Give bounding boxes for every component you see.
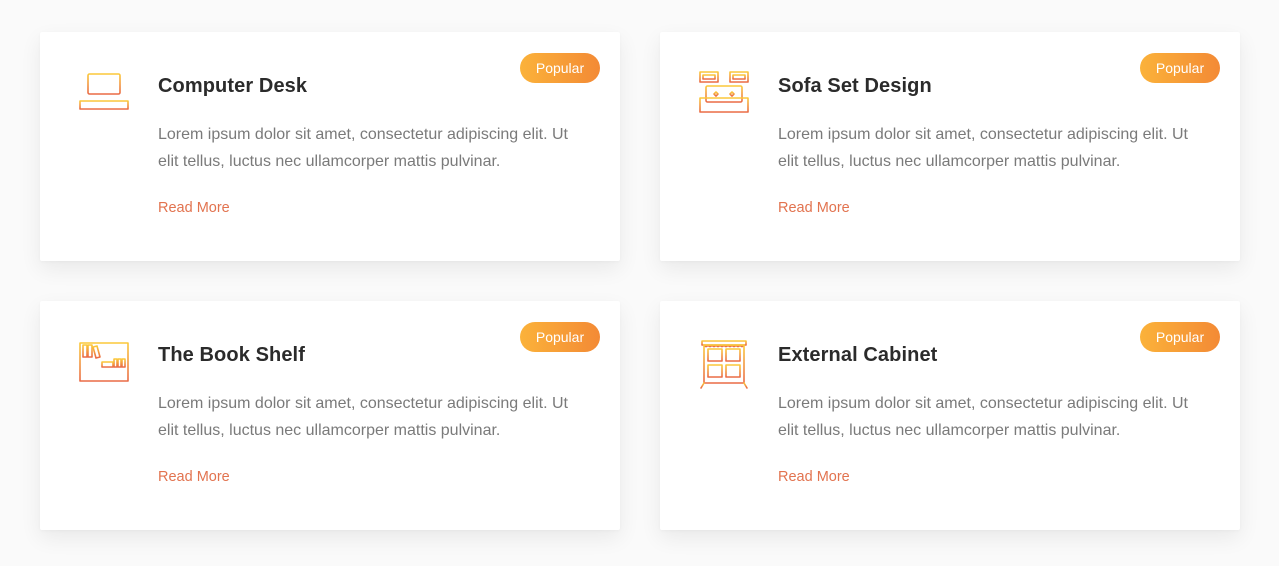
card-title: Sofa Set Design: [778, 75, 932, 97]
popular-badge: Popular: [1140, 322, 1220, 352]
card-computer-desk: Computer Desk Lorem ipsum dolor sit amet…: [40, 32, 620, 261]
service-cards-grid: Computer Desk Lorem ipsum dolor sit amet…: [40, 32, 1240, 530]
sofa-icon: [698, 70, 750, 122]
cabinet-icon: [698, 339, 750, 391]
read-more-link[interactable]: Read More: [158, 469, 230, 485]
card-title: Computer Desk: [158, 75, 308, 97]
read-more-link[interactable]: Read More: [778, 469, 850, 485]
card-description: Lorem ipsum dolor sit amet, consectetur …: [158, 395, 568, 439]
popular-badge: Popular: [1140, 53, 1220, 83]
card-description: Lorem ipsum dolor sit amet, consectetur …: [778, 395, 1188, 439]
popular-badge: Popular: [520, 53, 600, 83]
popular-badge: Popular: [520, 322, 600, 352]
read-more-link[interactable]: Read More: [778, 200, 850, 216]
read-more-link[interactable]: Read More: [158, 200, 230, 216]
card-external-cabinet: External Cabinet Lorem ipsum dolor sit a…: [660, 301, 1240, 530]
card-description: Lorem ipsum dolor sit amet, consectetur …: [778, 126, 1188, 170]
card-title: The Book Shelf: [158, 344, 305, 366]
card-sofa-set-design: Sofa Set Design Lorem ipsum dolor sit am…: [660, 32, 1240, 261]
card-book-shelf: The Book Shelf Lorem ipsum dolor sit ame…: [40, 301, 620, 530]
card-description: Lorem ipsum dolor sit amet, consectetur …: [158, 126, 568, 170]
card-title: External Cabinet: [778, 344, 938, 366]
bookshelf-icon: [78, 339, 130, 391]
computer-desk-icon: [78, 70, 130, 122]
